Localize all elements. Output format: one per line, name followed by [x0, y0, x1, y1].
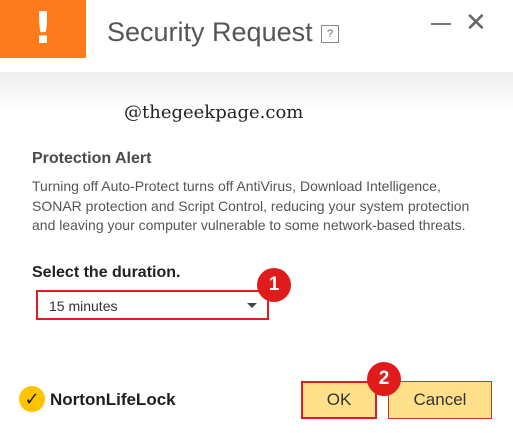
security-request-dialog: ! Security Request ? ✕ @thegeekpage.com …: [0, 0, 513, 433]
protection-alert-body: Turning off Auto-Protect turns off AntiV…: [32, 178, 470, 233]
watermark-text: @thegeekpage.com: [124, 102, 304, 123]
minimize-icon[interactable]: [431, 23, 451, 25]
cancel-button[interactable]: Cancel: [388, 381, 492, 419]
duration-select[interactable]: 15 minutes: [36, 290, 269, 320]
chevron-down-icon: [247, 303, 257, 308]
duration-label: Select the duration.: [32, 264, 181, 281]
brand-name: NortonLifeLock: [50, 390, 176, 409]
protection-alert-title: Protection Alert: [32, 150, 152, 167]
title-bar: ! Security Request ? ✕: [0, 0, 513, 72]
warning-icon: !: [0, 0, 86, 58]
ok-button[interactable]: OK: [301, 381, 377, 419]
dialog-title: Security Request: [107, 17, 313, 47]
close-icon[interactable]: ✕: [465, 8, 487, 38]
duration-selected-value: 15 minutes: [49, 298, 118, 314]
step-badge-2: 2: [367, 362, 401, 396]
help-icon[interactable]: ?: [321, 25, 339, 43]
check-icon: ✓: [19, 386, 45, 412]
step-badge-1: 1: [257, 268, 291, 302]
